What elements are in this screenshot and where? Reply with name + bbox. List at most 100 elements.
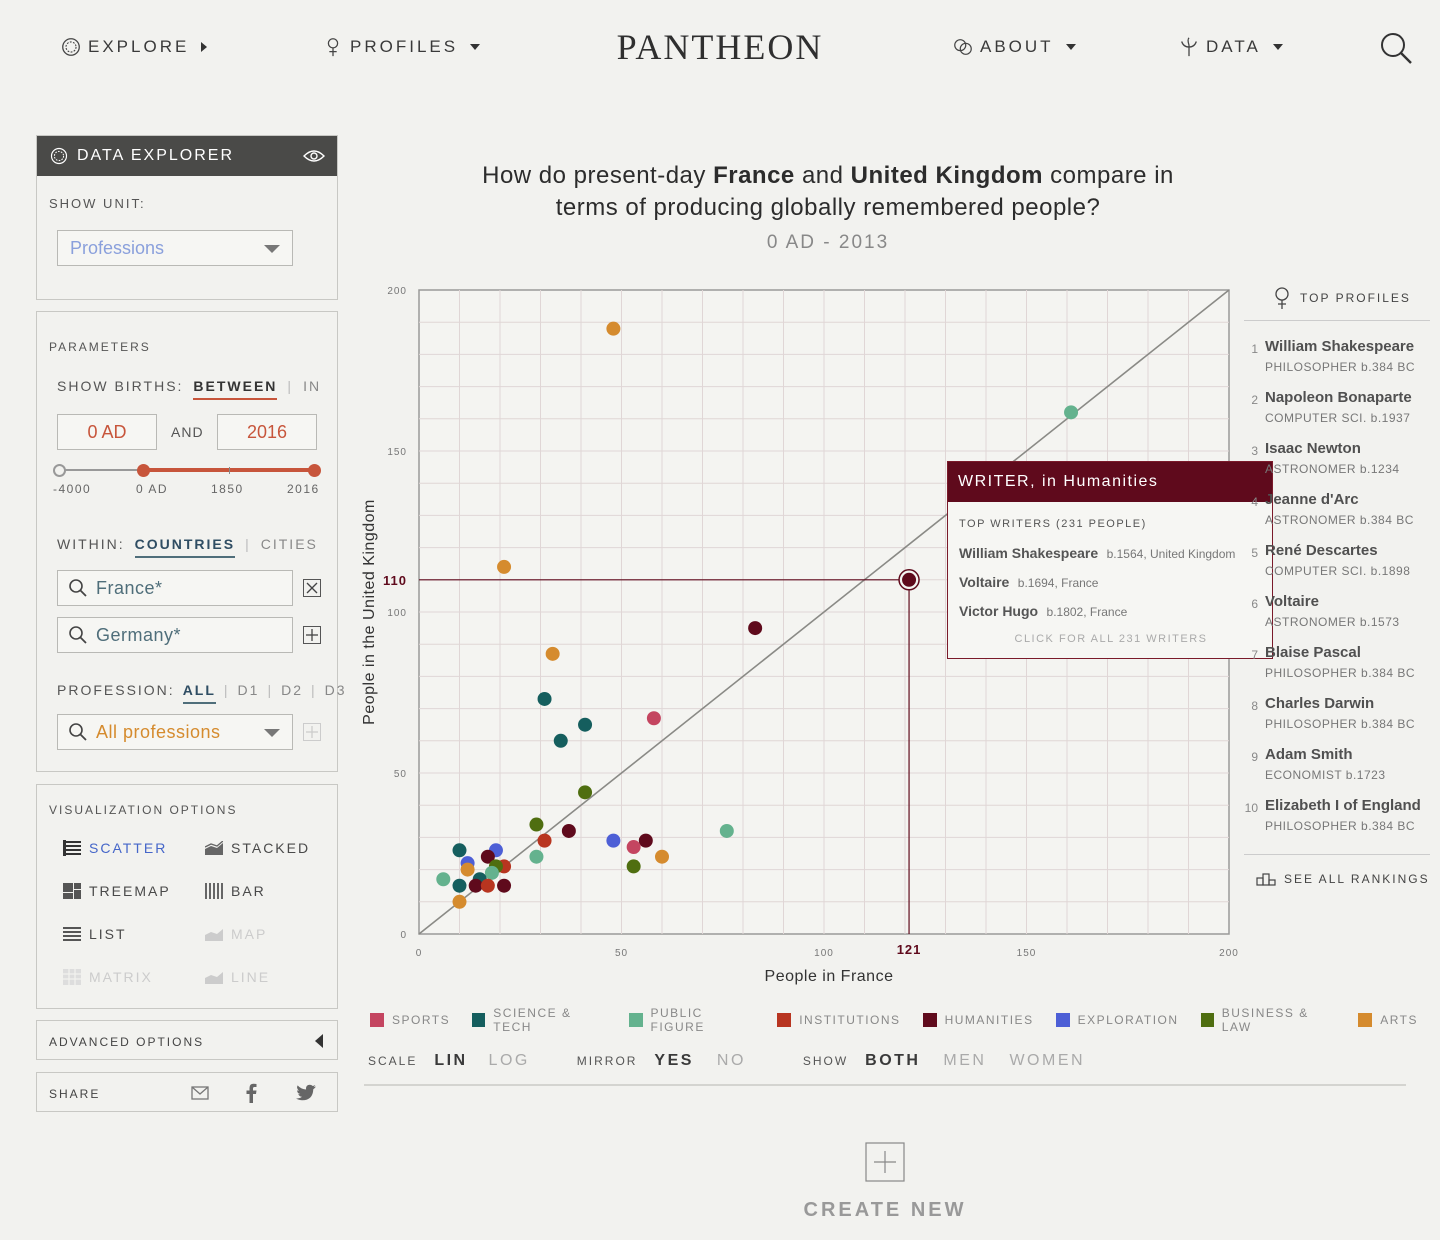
tooltip-person-2[interactable]: Voltaire b.1694, France	[959, 574, 1098, 592]
see-all-rankings-link[interactable]: SEE ALL RANKINGS	[1256, 872, 1430, 886]
add-profession-button[interactable]	[303, 723, 321, 741]
viz-scatter-option[interactable]: SCATTER	[63, 840, 167, 856]
legend-item[interactable]: SPORTS	[370, 1006, 450, 1034]
legend-item[interactable]: SCIENCE & TECH	[472, 1006, 607, 1034]
data-point[interactable]	[606, 833, 621, 848]
slider-handle-to[interactable]	[308, 464, 321, 477]
mirror-no-toggle[interactable]: NO	[717, 1052, 746, 1069]
data-point[interactable]	[537, 833, 552, 848]
data-point[interactable]	[497, 878, 512, 893]
tooltip-person-1[interactable]: William Shakespeare b.1564, United Kingd…	[959, 545, 1235, 563]
data-point[interactable]	[460, 862, 475, 877]
create-new-button[interactable]: CREATE NEW	[780, 1142, 990, 1222]
data-point[interactable]	[553, 733, 568, 748]
nav-profiles[interactable]: PROFILES	[322, 36, 481, 58]
profile-name[interactable]: René Descartes	[1265, 542, 1378, 559]
search-icon[interactable]	[1378, 30, 1414, 66]
data-point[interactable]	[655, 849, 669, 864]
slider-handle-from[interactable]	[137, 464, 150, 477]
data-point[interactable]	[529, 817, 544, 832]
mirror-yes-toggle[interactable]: YES	[654, 1052, 694, 1069]
email-icon[interactable]	[191, 1086, 209, 1100]
profile-name[interactable]: Isaac Newton	[1265, 440, 1361, 457]
nav-about[interactable]: ABOUT	[952, 36, 1076, 58]
viz-list-option[interactable]: LIST	[63, 926, 127, 942]
profile-rank: 7	[1251, 648, 1258, 662]
data-point[interactable]	[626, 859, 641, 874]
data-point[interactable]	[638, 833, 653, 848]
viz-map-option[interactable]: MAP	[205, 926, 267, 942]
data-point[interactable]	[529, 849, 544, 864]
prof-d1-toggle[interactable]: D1	[238, 682, 260, 704]
add-country-button[interactable]	[303, 626, 321, 644]
viz-stacked-option[interactable]: STACKED	[205, 840, 310, 856]
profile-name[interactable]: Blaise Pascal	[1265, 644, 1361, 661]
profile-name[interactable]: Napoleon Bonaparte	[1265, 389, 1412, 406]
eye-icon[interactable]	[303, 149, 325, 163]
data-point[interactable]	[578, 785, 593, 800]
show-both-toggle[interactable]: BOTH	[865, 1052, 920, 1069]
data-point[interactable]	[452, 894, 467, 909]
prof-all-toggle[interactable]: ALL	[182, 682, 216, 704]
viz-bar-option[interactable]: BAR	[205, 883, 266, 899]
legend-item[interactable]: ARTS	[1358, 1006, 1418, 1034]
births-between-toggle[interactable]: BETWEEN	[193, 378, 278, 400]
legend-item[interactable]: INSTITUTIONS	[777, 1006, 900, 1034]
data-point[interactable]	[719, 823, 734, 838]
show-women-toggle[interactable]: WOMEN	[1009, 1052, 1085, 1069]
facebook-icon[interactable]	[245, 1083, 257, 1103]
country-2-field[interactable]: Germany*	[57, 617, 293, 653]
data-point[interactable]	[646, 711, 661, 726]
scale-lin-toggle[interactable]: LIN	[434, 1052, 467, 1069]
births-in-toggle[interactable]: IN	[303, 378, 321, 400]
data-point[interactable]	[626, 840, 641, 855]
data-point[interactable]	[436, 872, 451, 887]
y-tick-label: 200	[387, 286, 407, 297]
data-point[interactable]	[452, 843, 467, 858]
viz-treemap-option[interactable]: TREEMAP	[63, 883, 171, 899]
legend-item[interactable]: HUMANITIES	[922, 1006, 1034, 1034]
data-point[interactable]	[480, 878, 495, 893]
data-point[interactable]	[545, 646, 560, 661]
twitter-icon[interactable]	[295, 1084, 317, 1102]
nav-explore[interactable]: EXPLORE	[60, 36, 208, 58]
within-cities-toggle[interactable]: CITIES	[261, 536, 318, 558]
prof-d2-toggle[interactable]: D2	[281, 682, 303, 704]
data-point[interactable]	[902, 572, 917, 587]
viz-matrix-option[interactable]: MATRIX	[63, 969, 153, 985]
data-point[interactable]	[748, 621, 763, 636]
remove-country-button[interactable]	[303, 579, 321, 597]
viz-line-option[interactable]: LINE	[205, 969, 270, 985]
tooltip-view-all-link[interactable]: CLICK FOR ALL 231 WRITERS	[948, 633, 1274, 645]
country-1-field[interactable]: France*	[57, 570, 293, 606]
legend-item[interactable]: EXPLORATION	[1055, 1006, 1179, 1034]
data-point[interactable]	[606, 321, 621, 336]
year-from-input[interactable]: 0 AD	[57, 414, 157, 450]
data-point[interactable]	[561, 823, 576, 838]
profile-name[interactable]: Adam Smith	[1265, 746, 1353, 763]
legend-item[interactable]: PUBLIC FIGURE	[629, 1006, 755, 1034]
profile-name[interactable]: Voltaire	[1265, 593, 1319, 610]
show-unit-select[interactable]: Professions	[57, 230, 293, 266]
profession-select[interactable]: All professions	[57, 714, 293, 750]
within-countries-toggle[interactable]: COUNTRIES	[134, 536, 236, 558]
data-point[interactable]	[452, 878, 467, 893]
data-point[interactable]	[578, 717, 593, 732]
profile-name[interactable]: Elizabeth I of England	[1265, 797, 1421, 814]
data-point[interactable]	[497, 559, 512, 574]
scale-log-toggle[interactable]: LOG	[489, 1052, 530, 1069]
profile-name[interactable]: Jeanne d'Arc	[1265, 491, 1359, 508]
year-to-input[interactable]: 2016	[217, 414, 317, 450]
data-point[interactable]	[537, 691, 552, 706]
data-point[interactable]	[468, 878, 483, 893]
show-men-toggle[interactable]: MEN	[943, 1052, 986, 1069]
logo-text[interactable]: PANTHEON	[617, 27, 824, 67]
data-point[interactable]	[484, 865, 499, 880]
nav-data[interactable]: DATA	[1178, 36, 1283, 58]
advanced-options-toggle[interactable]: ADVANCED OPTIONS	[36, 1020, 338, 1060]
profile-name[interactable]: William Shakespeare	[1265, 338, 1414, 355]
tooltip-person-3[interactable]: Victor Hugo b.1802, France	[959, 603, 1127, 621]
profile-name[interactable]: Charles Darwin	[1265, 695, 1374, 712]
legend-item[interactable]: BUSINESS & LAW	[1200, 1006, 1337, 1034]
data-point[interactable]	[1064, 405, 1079, 420]
